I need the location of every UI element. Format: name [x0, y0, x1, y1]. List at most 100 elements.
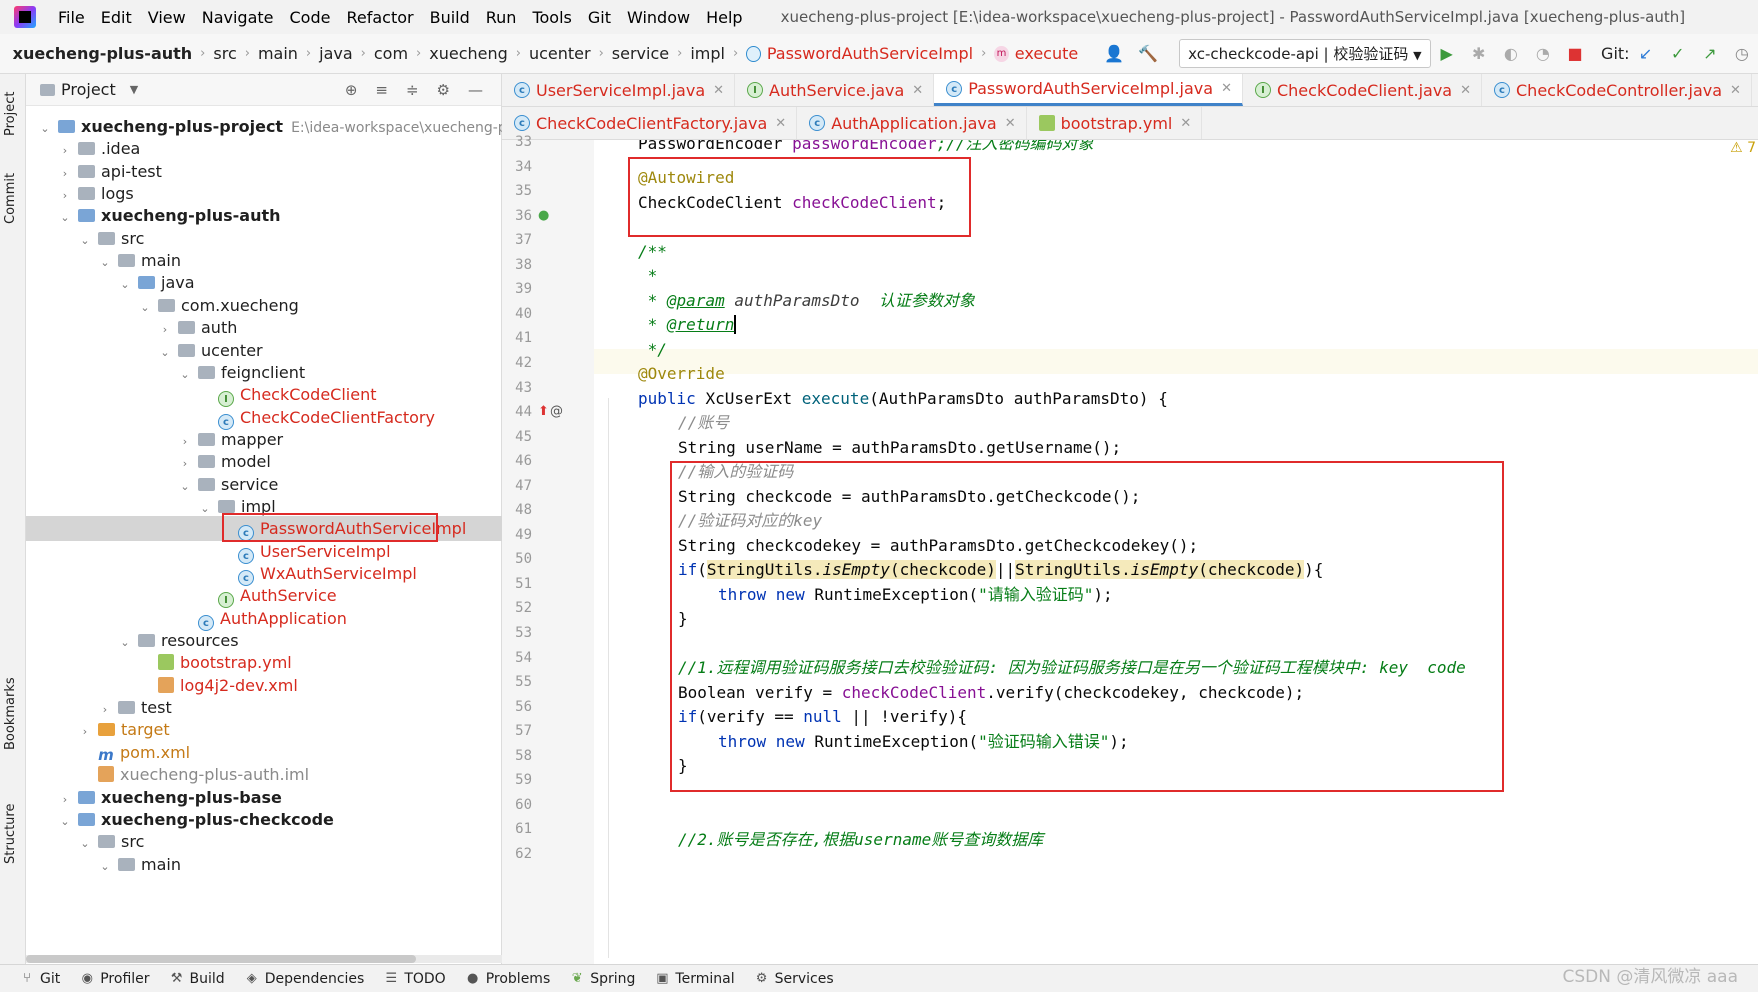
line-number[interactable]: 44	[506, 404, 532, 420]
line-number[interactable]: 33	[506, 134, 532, 150]
tree-item-package-feignclient[interactable]: ⌄ feignclient	[26, 360, 502, 385]
tree-item-folder-main-checkcode[interactable]: ⌄ main	[26, 852, 502, 877]
history-icon[interactable]: ◷	[1733, 44, 1751, 64]
tree-item-file-bootstrap-yml[interactable]: bootstrap.yml	[26, 650, 502, 675]
scrollbar-thumb[interactable]	[26, 955, 416, 963]
line-number[interactable]: 47	[506, 478, 532, 494]
line-number[interactable]: 57	[506, 723, 532, 739]
line-number[interactable]: 41	[506, 330, 532, 346]
tab-bootstrap-yml[interactable]: bootstrap.yml ✕	[1027, 107, 1203, 139]
tab-checkcodecontroller[interactable]: c CheckCodeController.java ✕	[1482, 74, 1752, 106]
problems-tool-button[interactable]: ● Problems	[466, 971, 550, 987]
tree-item-folder-src[interactable]: ⌄ src	[26, 226, 502, 251]
menu-navigate[interactable]: Navigate	[194, 8, 282, 27]
line-number[interactable]: 56	[506, 699, 532, 715]
tree-item-folder-target[interactable]: › target	[26, 717, 502, 742]
tab-checkcodeclientfactory[interactable]: c CheckCodeClientFactory.java ✕	[502, 107, 798, 139]
spring-tool-button[interactable]: ❦ Spring	[570, 971, 636, 987]
tree-item-file-checkcodeclient[interactable]: I CheckCodeClient	[26, 382, 502, 408]
git-update-icon[interactable]: ↙	[1637, 44, 1655, 64]
breadcrumb-java[interactable]: java	[319, 44, 353, 63]
line-number[interactable]: 61	[506, 821, 532, 837]
close-icon[interactable]: ✕	[775, 116, 786, 131]
menu-help[interactable]: Help	[698, 8, 750, 27]
line-number[interactable]: 46	[506, 453, 532, 469]
breadcrumb-src[interactable]: src	[213, 44, 236, 63]
close-icon[interactable]: ✕	[1460, 83, 1471, 98]
tree-item-file-checkcodeclientfactory[interactable]: c CheckCodeClientFactory	[26, 405, 502, 430]
line-number[interactable]: 48	[506, 502, 532, 518]
tree-item-file-pom-xml[interactable]: m pom.xml	[26, 740, 502, 765]
chevron-down-icon[interactable]: ▼	[130, 83, 138, 96]
breadcrumb-service[interactable]: service	[612, 44, 669, 63]
close-icon[interactable]: ✕	[1180, 116, 1191, 131]
tree-item-folder-java[interactable]: ⌄ java	[26, 270, 502, 295]
tree-item-project-root[interactable]: ⌄ xuecheng-plus-project E:\idea-workspace\…	[26, 114, 519, 139]
git-push-icon[interactable]: ↗	[1701, 44, 1719, 64]
editor-gutter[interactable]: 33 34 35 36 37 38 39 40 41 42 43 44 45 46 47 48 49 50 51 52…	[502, 134, 594, 964]
stop-icon[interactable]: ■	[1566, 44, 1584, 64]
tree-item-folder-test[interactable]: › test	[26, 695, 502, 720]
project-tool-button[interactable]: Project	[3, 92, 18, 136]
close-icon[interactable]: ✕	[912, 83, 923, 98]
profile-icon[interactable]: ◔	[1534, 44, 1552, 64]
tree-item-file-auth-iml[interactable]: xuecheng-plus-auth.iml	[26, 762, 502, 787]
tree-item-package-model[interactable]: › model	[26, 449, 502, 474]
git-tool-button[interactable]: ⑂ Git	[20, 971, 60, 987]
menu-view[interactable]: View	[140, 8, 194, 27]
line-number[interactable]: 43	[506, 380, 532, 396]
menu-git[interactable]: Git	[580, 8, 619, 27]
tree-item-folder-main[interactable]: ⌄ main	[26, 248, 502, 273]
user-icon[interactable]: 👤	[1104, 44, 1124, 64]
chevron-down-icon[interactable]: ⌄	[98, 854, 112, 879]
close-icon[interactable]: ✕	[1005, 116, 1016, 131]
tree-item-package-service[interactable]: ⌄ service	[26, 472, 502, 497]
line-number[interactable]: 40	[506, 306, 532, 322]
line-number[interactable]: 36	[506, 208, 532, 224]
debug-icon[interactable]: ✱	[1470, 44, 1488, 64]
line-number[interactable]: 39	[506, 281, 532, 297]
breadcrumb-com[interactable]: com	[374, 44, 408, 63]
tree-item-file-passwordauthserviceimpl[interactable]: c PasswordAuthServiceImpl	[26, 513, 502, 543]
menu-window[interactable]: Window	[619, 8, 698, 27]
line-number[interactable]: 59	[506, 772, 532, 788]
tree-item-file-userserviceimpl[interactable]: c UserServiceImpl	[26, 539, 502, 564]
tab-authservice[interactable]: I AuthService.java ✕	[735, 74, 935, 106]
line-number[interactable]: 62	[506, 846, 532, 862]
coverage-icon[interactable]: ◐	[1502, 44, 1520, 64]
git-commit-icon[interactable]: ✓	[1669, 44, 1687, 64]
line-number[interactable]: 34	[506, 159, 532, 175]
at-icon[interactable]: @	[550, 404, 563, 419]
line-number[interactable]: 55	[506, 674, 532, 690]
implements-method-icon[interactable]: ⬆	[538, 404, 549, 419]
breadcrumb-main[interactable]: main	[258, 44, 298, 63]
tab-authapplication[interactable]: c AuthApplication.java ✕	[797, 107, 1027, 139]
panel-actions[interactable]: ⊕≡≑⚙—	[345, 81, 501, 99]
breadcrumb-impl[interactable]: impl	[690, 44, 725, 63]
close-icon[interactable]: ✕	[1730, 83, 1741, 98]
tree-item-module-checkcode[interactable]: ⌄ xuecheng-plus-checkcode	[26, 807, 502, 832]
breadcrumb-class[interactable]: PasswordAuthServiceImpl	[767, 44, 973, 63]
breadcrumb-module[interactable]: xuecheng-plus-auth	[13, 44, 193, 63]
breadcrumb-xuecheng[interactable]: xuecheng	[429, 44, 508, 63]
line-number[interactable]: 60	[506, 797, 532, 813]
breadcrumb-ucenter[interactable]: ucenter	[529, 44, 591, 63]
close-icon[interactable]: ✕	[1221, 81, 1232, 96]
structure-tool-button[interactable]: Structure	[3, 804, 18, 864]
tree-item-package-ucenter[interactable]: ⌄ ucenter	[26, 338, 502, 363]
dependencies-tool-button[interactable]: ◈ Dependencies	[245, 971, 365, 987]
run-configuration-select[interactable]: xc-checkcode-api | 校验验证码 ▼	[1179, 39, 1431, 68]
bookmarks-tool-button[interactable]: Bookmarks	[3, 677, 18, 750]
tree-item-package-mapper[interactable]: › mapper	[26, 427, 502, 452]
tree-item-module-base[interactable]: › xuecheng-plus-base	[26, 785, 502, 810]
tree-item-package-com-xuecheng[interactable]: ⌄ com.xuecheng	[26, 293, 502, 318]
line-number[interactable]: 50	[506, 551, 532, 567]
menu-code[interactable]: Code	[282, 8, 339, 27]
tree-item-file-authapplication[interactable]: c AuthApplication	[26, 606, 502, 631]
build-tool-button[interactable]: ⚒ Build	[170, 971, 225, 987]
menu-edit[interactable]: Edit	[93, 8, 140, 27]
menu-tools[interactable]: Tools	[524, 8, 579, 27]
tree-item-folder-api-test[interactable]: › api-test	[26, 159, 502, 184]
menu-build[interactable]: Build	[422, 8, 478, 27]
menu-refactor[interactable]: Refactor	[338, 8, 421, 27]
